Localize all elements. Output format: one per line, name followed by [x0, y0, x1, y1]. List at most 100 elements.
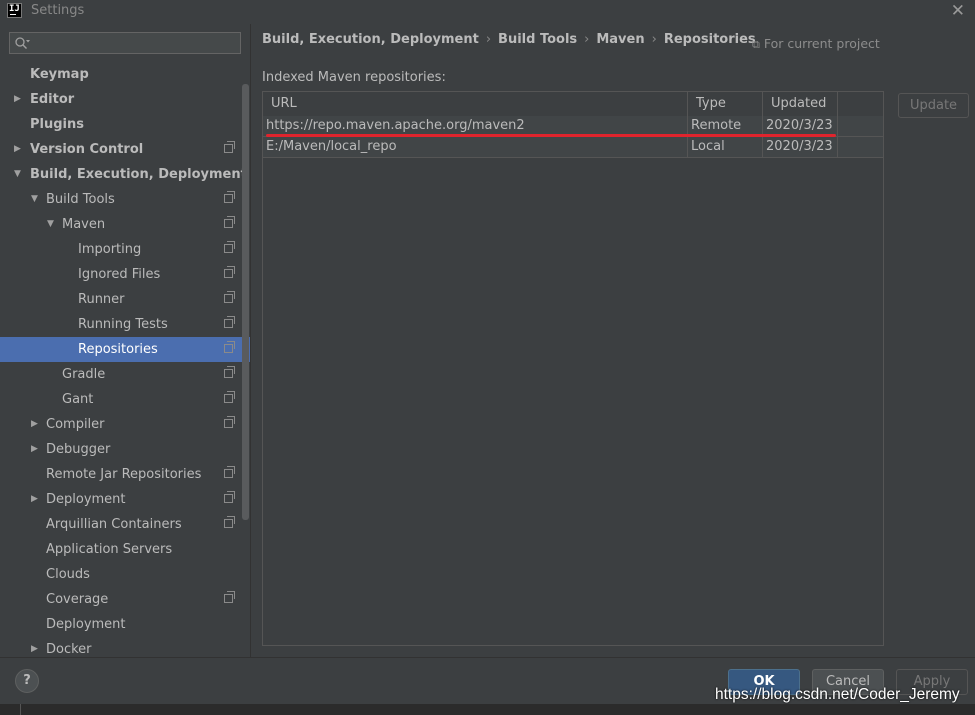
chevron-right-icon[interactable]: ▶ — [14, 87, 26, 112]
chevron-right-icon[interactable]: ▶ — [14, 137, 26, 162]
for-current-project-label: For current project — [763, 36, 880, 51]
breadcrumb-separator-icon: › — [485, 32, 492, 47]
sidebar-item-gradle[interactable]: Gradle — [0, 362, 250, 387]
sidebar-item-label: Clouds — [46, 567, 90, 582]
project-scope-icon — [224, 266, 235, 278]
for-current-project-note: ⧉ For current project — [752, 36, 880, 52]
sidebar-item-label: Arquillian Containers — [46, 517, 182, 532]
sidebar-item-remote-jar-repositories[interactable]: Remote Jar Repositories — [0, 462, 250, 487]
column-header-type[interactable]: Type — [688, 92, 763, 116]
sidebar-item-gant[interactable]: Gant — [0, 387, 250, 412]
sidebar-item-deployment[interactable]: ▶ Deployment — [0, 487, 250, 512]
sidebar-item-maven[interactable]: ▼ Maven — [0, 212, 250, 237]
sidebar-item-docker[interactable]: ▶ Docker — [0, 637, 250, 657]
sidebar-item-label: Remote Jar Repositories — [46, 467, 202, 482]
watermark-text: https://blog.csdn.net/Coder_Jeremy — [715, 686, 960, 703]
sidebar-item-build-execution-deployment[interactable]: ▼ Build, Execution, Deployment — [0, 162, 250, 187]
sidebar-item-build-tools[interactable]: ▼ Build Tools — [0, 187, 250, 212]
sidebar-item-label: Coverage — [46, 592, 109, 607]
sidebar-item-keymap[interactable]: Keymap — [0, 62, 250, 87]
chevron-down-icon[interactable]: ▼ — [47, 212, 59, 237]
sidebar-item-label: Compiler — [46, 417, 105, 432]
column-header-updated[interactable]: Updated — [763, 92, 838, 116]
sidebar-item-running-tests[interactable]: Running Tests — [0, 312, 250, 337]
sidebar-item-deployment[interactable]: Deployment — [0, 612, 250, 637]
sidebar-item-label: Running Tests — [78, 317, 168, 332]
project-scope-icon — [224, 591, 235, 603]
sidebar-item-debugger[interactable]: ▶ Debugger — [0, 437, 250, 462]
sidebar-item-label: Ignored Files — [78, 267, 161, 282]
breadcrumb-item: Repositories — [663, 32, 756, 47]
sidebar-item-version-control[interactable]: ▶ Version Control — [0, 137, 250, 162]
project-scope-icon — [224, 141, 235, 153]
table-row[interactable]: E:/Maven/local_repo Local 2020/3/23 — [263, 137, 883, 158]
sidebar-item-coverage[interactable]: Coverage — [0, 587, 250, 612]
sidebar-item-importing[interactable]: Importing — [0, 237, 250, 262]
bottom-strip — [0, 704, 975, 715]
sidebar-item-ignored-files[interactable]: Ignored Files — [0, 262, 250, 287]
section-label: Indexed Maven repositories: — [262, 70, 446, 85]
sidebar-item-label: Keymap — [30, 67, 89, 82]
project-scope-icon — [224, 241, 235, 253]
sidebar-item-label: Gant — [62, 392, 94, 407]
update-button[interactable]: Update — [898, 93, 969, 118]
sidebar-item-label: Deployment — [46, 617, 126, 632]
help-button[interactable]: ? — [15, 669, 39, 693]
chevron-right-icon[interactable]: ▶ — [31, 412, 43, 437]
sidebar-item-compiler[interactable]: ▶ Compiler — [0, 412, 250, 437]
chevron-right-icon[interactable]: ▶ — [31, 637, 43, 657]
sidebar-item-label: Runner — [78, 292, 125, 307]
sidebar-item-label: Editor — [30, 92, 75, 107]
breadcrumb-item: Maven — [596, 32, 645, 47]
sidebar-item-application-servers[interactable]: Application Servers — [0, 537, 250, 562]
bottom-strip-mark — [20, 704, 21, 715]
settings-tree: Keymap ▶ Editor Plugins ▶ Version Control ▼ Bui… — [0, 62, 250, 657]
repository-type-cell: Local — [688, 137, 763, 158]
settings-search-input[interactable] — [9, 32, 241, 54]
settings-sidebar: Keymap ▶ Editor Plugins ▶ Version Control ▼ Bui… — [0, 24, 250, 657]
project-scope-icon — [224, 491, 235, 503]
search-icon — [15, 37, 30, 49]
project-scope-icon — [224, 516, 235, 528]
project-scope-icon — [224, 341, 235, 353]
intellij-logo-icon: IJ — [7, 3, 22, 18]
sidebar-item-arquillian-containers[interactable]: Arquillian Containers — [0, 512, 250, 537]
project-scope-icon — [224, 416, 235, 428]
sidebar-item-plugins[interactable]: Plugins — [0, 112, 250, 137]
sidebar-item-label: Maven — [62, 217, 106, 232]
project-scope-icon — [224, 216, 235, 228]
sidebar-item-label: Importing — [78, 242, 142, 257]
repository-updated-cell: 2020/3/23 — [763, 137, 838, 158]
sidebar-item-runner[interactable]: Runner — [0, 287, 250, 312]
sidebar-item-label: Docker — [46, 642, 92, 657]
project-scope-icon — [224, 291, 235, 303]
sidebar-item-label: Debugger — [46, 442, 111, 457]
chevron-down-icon[interactable]: ▼ — [31, 187, 43, 212]
sidebar-scrollbar[interactable] — [242, 84, 249, 520]
close-icon[interactable]: ✕ — [951, 1, 965, 21]
sidebar-item-repositories[interactable]: Repositories — [0, 337, 250, 362]
sidebar-item-label: Plugins — [30, 117, 84, 132]
sidebar-item-label: Build Tools — [46, 192, 115, 207]
sidebar-item-editor[interactable]: ▶ Editor — [0, 87, 250, 112]
table-header: URL Type Updated — [263, 92, 883, 117]
breadcrumb-item: Build, Execution, Deployment — [262, 32, 479, 47]
sidebar-item-clouds[interactable]: Clouds — [0, 562, 250, 587]
sidebar-item-label: Build, Execution, Deployment — [30, 167, 247, 182]
project-scope-icon — [224, 366, 235, 378]
project-scope-icon — [224, 316, 235, 328]
window-title: Settings — [31, 3, 85, 18]
repositories-table: URL Type Updated https://repo.maven.apac… — [262, 91, 884, 646]
chevron-right-icon[interactable]: ▶ — [31, 437, 43, 462]
sidebar-item-label: Repositories — [78, 342, 158, 357]
project-scope-icon: ⧉ — [752, 38, 760, 51]
sidebar-item-label: Version Control — [30, 142, 144, 157]
sidebar-divider — [250, 24, 251, 657]
sidebar-item-label: Deployment — [46, 492, 126, 507]
breadcrumb: Build, Execution, Deployment › Build Tools… — [262, 32, 756, 47]
chevron-down-icon[interactable]: ▼ — [14, 162, 26, 187]
column-header-url[interactable]: URL — [263, 92, 688, 116]
repository-url-cell: E:/Maven/local_repo — [263, 137, 688, 158]
chevron-right-icon[interactable]: ▶ — [31, 487, 43, 512]
project-scope-icon — [224, 191, 235, 203]
